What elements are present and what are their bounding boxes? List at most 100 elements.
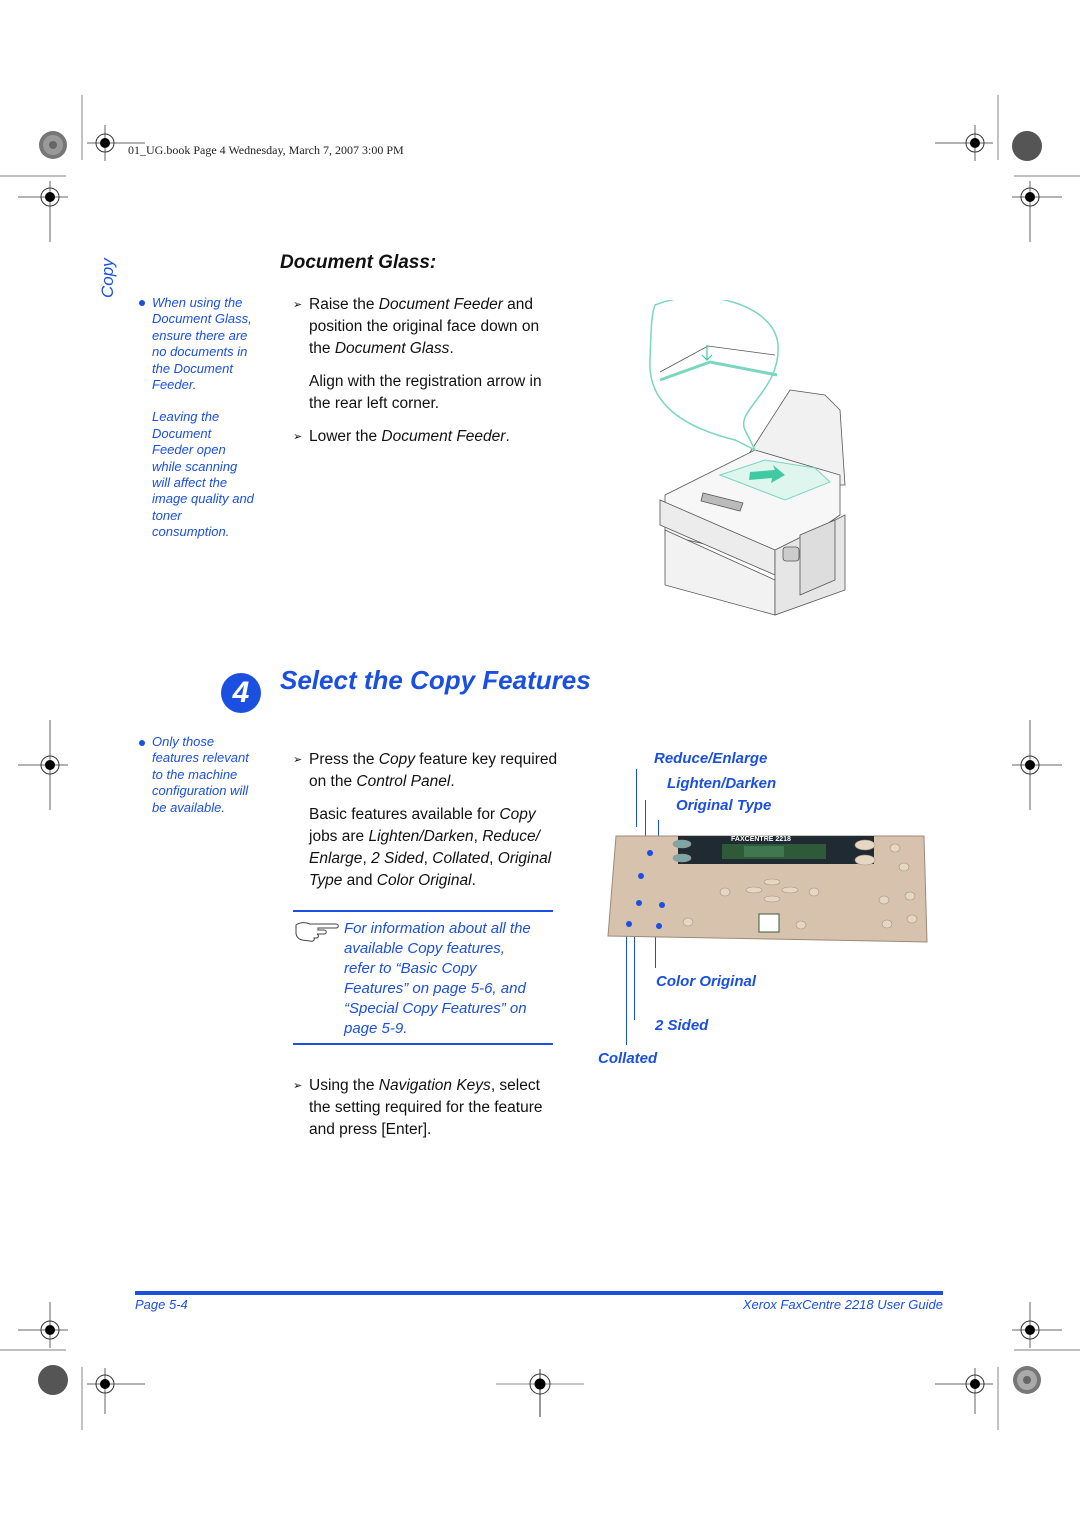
side-note-paragraph: When using the Document Glass, ensure ther… — [152, 295, 272, 393]
text-line: configuration will — [152, 783, 249, 799]
text-line: refer to “Basic Copy — [344, 960, 477, 977]
copy-features-steps: ➢ Press the Copy feature key required on … — [293, 749, 558, 892]
registration-target-icon — [935, 1368, 993, 1414]
text-run: . — [471, 872, 476, 889]
copier-document-glass-illustration — [649, 300, 846, 616]
print-header: 01_UG.book Page 4 Wednesday, March 7, 20… — [128, 143, 404, 157]
step-text: Basic features available for Copy jobs a… — [309, 804, 558, 892]
step-text: Lower the Document Feeder. — [309, 426, 510, 448]
text-line: Feeder open — [152, 442, 226, 458]
text-run: . — [505, 428, 510, 445]
step-raise-feeder: ➢ Raise the Document Feeder and position … — [293, 294, 563, 360]
step-arrow-icon: ➢ — [293, 431, 303, 443]
chapter-tab-label: Copy — [98, 258, 117, 298]
text-line: Features” on page 5-6, and — [344, 980, 526, 997]
label-lighten-darken: Lighten/Darken — [667, 775, 777, 792]
step-text: Using the Navigation Keys, select the se… — [309, 1075, 558, 1141]
text-line: to the machine — [152, 766, 238, 782]
registration-target-icon — [496, 1369, 584, 1417]
step-text: Align with the registration arrow in the… — [309, 371, 563, 415]
text-line: When using the — [152, 295, 243, 310]
text-run: and — [342, 872, 377, 889]
step-arrow-icon: ➢ — [293, 754, 303, 766]
registration-target-icon — [1012, 1302, 1062, 1348]
step-press-copy: ➢ Press the Copy feature key required on … — [293, 749, 558, 793]
registration-target-icon — [18, 181, 68, 242]
starburst-mark-icon — [1013, 1366, 1041, 1394]
side-note-paragraph: Only those features relevant to the machin… — [152, 734, 277, 816]
label-collated: Collated — [598, 1050, 658, 1067]
callout-text: For information about all the available C… — [344, 919, 559, 1039]
step-navigation-keys: ➢ Using the Navigation Keys, select the s… — [293, 1075, 558, 1141]
registration-target-icon — [18, 1302, 68, 1348]
note-bullet-icon — [139, 300, 145, 306]
text-run: Collated — [432, 850, 490, 867]
text-run: Document Glass — [334, 340, 450, 357]
text-line: Only those — [152, 734, 215, 749]
label-2-sided: 2 Sided — [655, 1017, 709, 1034]
registration-target-icon — [1012, 720, 1062, 810]
text-run: Basic features available for — [309, 806, 500, 823]
step-arrow-icon: ➢ — [293, 299, 303, 311]
text-line: page 5-9. — [344, 1020, 408, 1037]
text-line: features relevant — [152, 750, 249, 766]
side-note-document-glass: When using the Document Glass, ensure ther… — [152, 295, 272, 541]
label-reduce-enlarge: Reduce/Enlarge — [654, 750, 768, 767]
text-run: . — [450, 773, 455, 790]
step-align-note: Align with the registration arrow in the… — [293, 371, 563, 415]
label-original-type: Original Type — [676, 797, 772, 814]
text-run: Copy — [499, 806, 536, 823]
callout-bottom-rule — [293, 1043, 553, 1045]
text-line: For information about all the — [344, 920, 531, 937]
control-panel-illustration — [607, 835, 928, 943]
text-run: Document Feeder — [381, 428, 506, 445]
text-run: Lower the — [309, 428, 382, 445]
registration-target-icon — [1012, 181, 1062, 242]
text-line: image quality and — [152, 491, 254, 507]
text-run: Using the — [309, 1077, 379, 1094]
text-run: jobs are — [309, 828, 369, 845]
starburst-mark-icon — [39, 131, 67, 159]
text-line: Leaving the — [152, 409, 220, 425]
text-line: ensure there are — [152, 327, 248, 343]
text-line: Document — [152, 425, 212, 441]
step-text: Raise the Document Feeder and position t… — [309, 294, 563, 360]
text-run: Align with the registration arrow in the… — [309, 373, 542, 412]
text-line: no documents in — [152, 344, 248, 360]
document-glass-steps: ➢ Raise the Document Feeder and position … — [293, 294, 563, 448]
text-run: . — [449, 340, 454, 357]
label-color-original: Color Original — [656, 973, 757, 990]
section-heading-document-glass: Document Glass: — [280, 252, 437, 273]
pointing-hand-icon — [295, 922, 339, 942]
text-run: Press the — [309, 751, 379, 768]
text-run: Color Original — [376, 872, 472, 889]
text-line: available Copy features, — [344, 940, 505, 957]
step-basic-features: Basic features available for Copy jobs a… — [293, 804, 558, 892]
registration-target-icon — [87, 1368, 145, 1414]
registration-target-icon — [18, 720, 68, 810]
text-line: be available. — [152, 799, 225, 815]
text-run: , — [489, 850, 498, 867]
text-run: Control Panel — [356, 773, 451, 790]
text-run: Document Feeder — [378, 296, 503, 313]
step-arrow-icon: ➢ — [293, 1080, 303, 1092]
text-line: the Document — [152, 360, 233, 376]
text-line: will affect the — [152, 475, 228, 491]
footer-page-number: Page 5-4 — [135, 1297, 188, 1312]
step-number-badge: 4 — [221, 673, 261, 713]
text-line: toner — [152, 507, 182, 523]
step-lower-feeder: ➢ Lower the Document Feeder. — [293, 426, 563, 448]
text-run: Copy — [378, 751, 415, 768]
text-run: Navigation Keys — [378, 1077, 491, 1094]
text-run: , — [423, 850, 433, 867]
text-line: Document Glass, — [152, 311, 252, 327]
text-run: Raise the — [309, 296, 379, 313]
text-run: 2 Sided — [371, 850, 424, 867]
text-run: , — [473, 828, 483, 845]
note-bullet-icon — [139, 740, 145, 746]
registration-target-icon — [935, 125, 993, 161]
text-line: “Special Copy Features” on — [344, 1000, 527, 1017]
side-note-paragraph: Leaving the Document Feeder open while scan… — [152, 409, 272, 540]
section-title-select-copy-features: Select the Copy Features — [280, 665, 591, 695]
text-line: Feeder. — [152, 377, 197, 393]
